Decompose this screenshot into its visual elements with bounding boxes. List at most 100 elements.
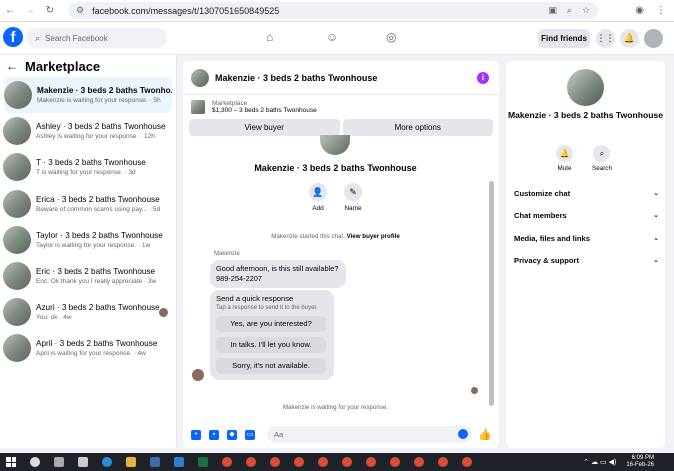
chrome-icon[interactable] <box>462 457 472 467</box>
profile-icon[interactable]: ◉ <box>635 5 644 16</box>
emoji-icon[interactable] <box>458 429 468 439</box>
friends-icon[interactable]: ☺ <box>326 30 338 44</box>
facebook-logo-icon[interactable]: f <box>3 27 23 47</box>
conversation-list-panel: ← Marketplace Makenzie · 3 beds 2 baths … <box>0 55 177 448</box>
listing-thumbnail <box>3 334 31 363</box>
chrome-icon[interactable] <box>318 457 328 467</box>
notifications-bell-icon[interactable]: 🔔 <box>620 29 639 48</box>
listing-summary[interactable]: Marketplace $1,300 – 3 beds 2 baths Twon… <box>183 95 499 119</box>
media-files-links-item[interactable]: Media, files and links ⌄ <box>514 231 659 245</box>
conversation-item[interactable]: Makenzie · 3 beds 2 baths Twonho... Make… <box>4 77 172 114</box>
conversation-name: Erica · 3 beds 2 baths Twonhouse <box>36 194 160 204</box>
account-avatar[interactable] <box>644 29 663 48</box>
clock-time: 6:09 PM <box>631 455 654 461</box>
chat-scrollbar[interactable] <box>489 181 494 406</box>
chrome-icon[interactable] <box>414 457 424 467</box>
conversation-item[interactable]: T · 3 beds 2 baths Twonhouse T is waitin… <box>0 149 176 185</box>
back-arrow-icon[interactable]: ← <box>6 59 18 73</box>
sticker-icon[interactable]: ◆ <box>227 429 237 440</box>
search-label: Search <box>592 165 612 172</box>
conversation-item[interactable]: Erica · 3 beds 2 baths Twonhouse Beware … <box>0 186 176 222</box>
thumbs-up-icon[interactable]: 👍 <box>478 428 492 441</box>
search-icon[interactable]: ⌕ <box>593 145 611 162</box>
quick-reply-button[interactable]: Yes, are you interested? <box>216 316 326 332</box>
panel-title: Marketplace <box>25 58 101 74</box>
chat-panel: Makenzie · 3 beds 2 baths Twonhouse i Ma… <box>183 61 499 448</box>
customize-chat-item[interactable]: Customize chat ⌄ <box>514 186 659 200</box>
menu-grid-icon[interactable]: ⋮⋮ <box>596 29 615 48</box>
message-input[interactable]: Aa <box>267 426 472 443</box>
photo-icon[interactable]: ▪ <box>209 429 219 440</box>
chrome-icon[interactable] <box>270 457 280 467</box>
chrome-icon[interactable] <box>246 457 256 467</box>
reload-icon[interactable]: ↻ <box>40 5 60 16</box>
chrome-icon[interactable] <box>294 457 304 467</box>
conversation-item[interactable]: April · 3 beds 2 baths Twonhouse April i… <box>0 330 176 366</box>
chrome-icon[interactable] <box>366 457 376 467</box>
chevron-down-icon: ⌄ <box>653 257 659 264</box>
chrome-icon[interactable] <box>438 457 448 467</box>
bookmark-star-icon[interactable]: ☆ <box>582 5 590 16</box>
home-icon[interactable]: ⌂ <box>266 30 273 44</box>
kebab-menu-icon[interactable]: ⋮ <box>656 5 666 16</box>
more-options-button[interactable]: More options <box>342 119 493 136</box>
conversation-item[interactable]: Ashley · 3 beds 2 baths Twonhouse Ashley… <box>0 113 176 149</box>
quick-reply-button[interactable]: In talks. I'll let you know. <box>216 337 326 353</box>
bell-icon[interactable]: 🔔 <box>556 145 573 162</box>
chevron-down-icon: ⌄ <box>653 190 659 197</box>
chat-members-item[interactable]: Chat members ⌄ <box>514 208 659 222</box>
view-buyer-button[interactable]: View buyer <box>189 119 340 136</box>
file-explorer-icon[interactable] <box>126 457 136 467</box>
name-action[interactable]: ✎ Name <box>344 183 362 212</box>
profile-thumbnail <box>320 135 350 155</box>
facebook-search-input[interactable]: ⌕ Search Facebook <box>27 28 167 48</box>
settings-gear-icon[interactable] <box>78 457 88 467</box>
privacy-support-item[interactable]: Privacy & support ⌄ <box>514 253 659 267</box>
search-placeholder: Search Facebook <box>45 33 108 43</box>
find-friends-button[interactable]: Find friends <box>538 29 590 48</box>
app-icon[interactable] <box>174 457 184 467</box>
add-action[interactable]: 👤 Add <box>309 183 327 212</box>
view-buyer-profile-link[interactable]: View buyer profile <box>347 233 400 240</box>
install-app-icon[interactable]: ▣ <box>548 5 557 16</box>
chevron-down-icon: ⌄ <box>653 212 659 219</box>
message-bubble[interactable]: Good afternoon, is this still available?… <box>210 260 346 288</box>
quick-reply-button[interactable]: Sorry, it's not available. <box>216 358 326 374</box>
conversation-item[interactable]: Azuri · 3 beds 2 baths Twonhouse You: ok… <box>0 294 176 330</box>
forward-arrow-icon[interactable]: → <box>20 5 40 16</box>
clock-date: 16-Feb-26 <box>626 462 654 468</box>
address-bar[interactable]: ⚙ facebook.com/messages/t/13070516508495… <box>68 2 598 19</box>
mute-action[interactable]: 🔔 Mute <box>556 145 573 172</box>
add-person-icon[interactable]: 👤 <box>309 183 327 201</box>
windows-start-icon[interactable] <box>6 457 16 467</box>
system-tray-icons[interactable]: ⌃ ☁ ▭ ◀) <box>583 458 616 466</box>
microphone-icon[interactable]: • <box>191 429 201 440</box>
clock[interactable]: 6:09 PM 16-Feb-26 <box>626 455 654 469</box>
groups-icon[interactable]: ◎ <box>386 30 396 44</box>
task-view-icon[interactable] <box>54 457 64 467</box>
info-icon[interactable]: i <box>477 71 489 84</box>
sender-name: Makenzie <box>214 251 240 257</box>
gif-icon[interactable]: ▭ <box>245 429 255 440</box>
chrome-icon[interactable] <box>342 457 352 467</box>
store-icon[interactable] <box>150 457 160 467</box>
conversation-item[interactable]: Taylor · 3 beds 2 baths Twonhouse Taylor… <box>0 222 176 258</box>
listing-thumbnail <box>3 225 31 254</box>
chrome-icon[interactable] <box>222 457 232 467</box>
chat-title[interactable]: Makenzie · 3 beds 2 baths Twonhouse <box>215 73 377 83</box>
message-text: Good afternoon, is this still available? <box>216 264 339 273</box>
listing-thumbnail <box>3 189 31 218</box>
zoom-icon[interactable]: ⌕ <box>567 5 572 16</box>
pencil-icon[interactable]: ✎ <box>344 183 362 201</box>
back-arrow-icon[interactable]: ← <box>0 5 20 16</box>
search-action[interactable]: ⌕ Search <box>592 145 612 172</box>
chrome-icon[interactable] <box>390 457 400 467</box>
listing-thumbnail <box>191 100 205 114</box>
conversation-item[interactable]: Eric · 3 beds 2 baths Twonhouse Eric: Ok… <box>0 258 176 294</box>
excel-icon[interactable] <box>198 457 208 467</box>
edge-browser-icon[interactable] <box>102 457 112 467</box>
site-settings-icon[interactable]: ⚙ <box>76 5 84 16</box>
chat-thumbnail[interactable] <box>191 68 209 87</box>
message-thread[interactable]: Makenzie · 3 beds 2 baths Twonhouse 👤 Ad… <box>183 135 499 421</box>
search-icon[interactable] <box>30 457 40 467</box>
